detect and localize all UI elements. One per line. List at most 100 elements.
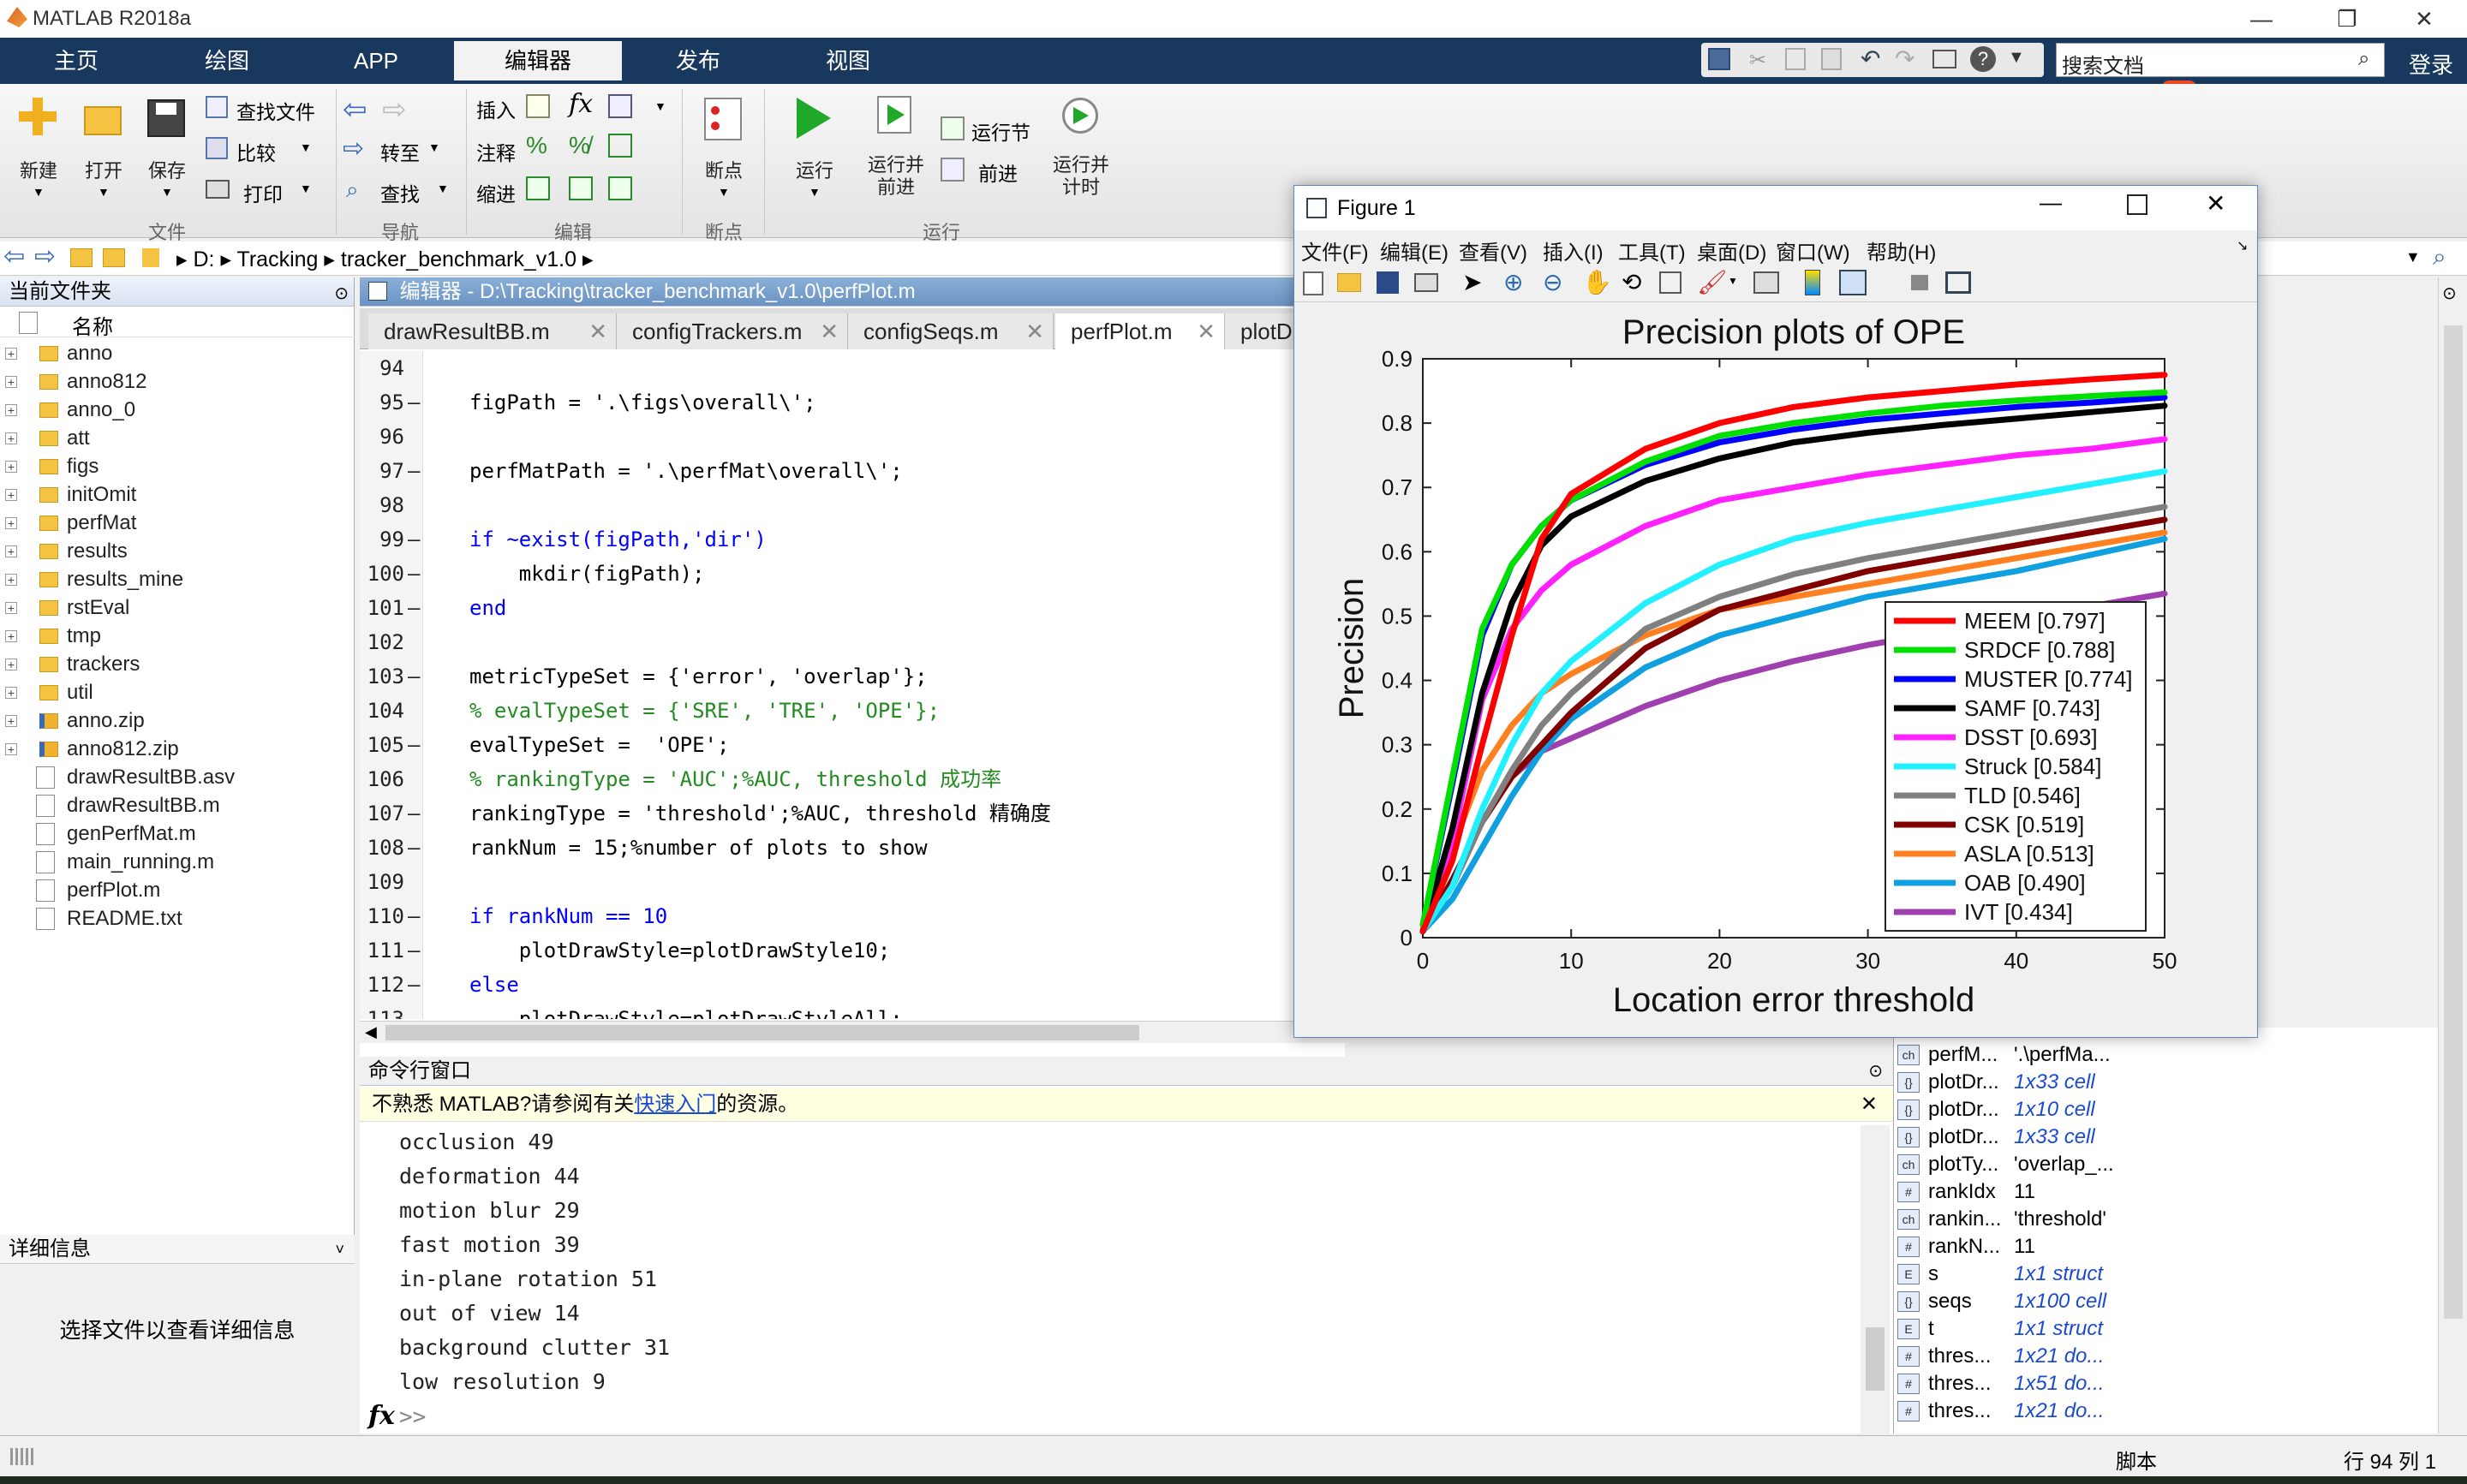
comment-button[interactable]: 注释 bbox=[476, 137, 516, 166]
redo-icon[interactable]: ↷ bbox=[1895, 45, 1914, 73]
tab-editor[interactable]: 编辑器 bbox=[454, 41, 622, 80]
workspace-variable-row[interactable]: # thres... 1x21 do... bbox=[1894, 1398, 2467, 1425]
legend-icon[interactable] bbox=[1839, 270, 1867, 295]
run-and-advance-button[interactable]: 运行并 前进 bbox=[860, 91, 932, 206]
hide-tools-icon[interactable] bbox=[1911, 275, 1928, 290]
breakpoint-marker[interactable]: — bbox=[408, 454, 420, 488]
close-icon[interactable]: ✕ bbox=[1861, 1088, 1878, 1122]
code-line[interactable]: 106 % rankingType = 'AUC';%AUC, threshold… bbox=[360, 762, 1345, 796]
file-list-item[interactable]: main_running.m bbox=[0, 848, 355, 876]
file-list-item[interactable]: perfPlot.m bbox=[0, 876, 355, 904]
copy-icon[interactable] bbox=[1785, 48, 1806, 70]
close-icon[interactable]: ✕ bbox=[820, 313, 839, 349]
breakpoint-marker[interactable]: — bbox=[408, 591, 420, 625]
code-area[interactable]: 94 95— figPath = '.\figs\overall\'; 96 97— pe… bbox=[360, 351, 1345, 1019]
file-list-item[interactable]: + anno.zip bbox=[0, 706, 355, 735]
expand-icon[interactable]: + bbox=[5, 376, 17, 388]
command-prompt-row[interactable]: fx >> bbox=[360, 1399, 1859, 1433]
chevron-down-icon[interactable]: ▼ bbox=[654, 99, 666, 113]
search-icon[interactable]: ⌕ bbox=[2433, 243, 2446, 271]
file-list-item[interactable]: + anno812 bbox=[0, 367, 355, 396]
breakpoints-button[interactable]: 断点 ▼ bbox=[694, 91, 754, 206]
code-line[interactable]: 107— rankingType = 'threshold';%AUC, thre… bbox=[360, 796, 1345, 831]
expand-icon[interactable]: + bbox=[5, 574, 17, 586]
breakpoint-marker[interactable]: — bbox=[408, 557, 420, 591]
back-arrow-icon[interactable]: ⇦ bbox=[3, 241, 25, 271]
run-button[interactable]: 运行 ▼ bbox=[785, 91, 845, 206]
workspace-variable-row[interactable]: ch perfM... '.\perfMa... bbox=[1894, 1041, 2467, 1069]
wrap-comments-icon[interactable] bbox=[608, 134, 632, 158]
file-list-item[interactable]: + util bbox=[0, 678, 355, 706]
zoom-in-icon[interactable]: ⊕ bbox=[1503, 268, 1523, 296]
code-line[interactable]: 111— plotDrawStyle=plotDrawStyle10; bbox=[360, 933, 1345, 968]
fx-button[interactable]: fx bbox=[569, 89, 593, 119]
figure-menu-item[interactable]: 工具(T) bbox=[1618, 235, 1686, 265]
run-and-time-button[interactable]: 运行并 计时 bbox=[1045, 91, 1117, 206]
code-line[interactable]: 101— end bbox=[360, 591, 1345, 625]
file-list-item[interactable]: + anno812.zip bbox=[0, 735, 355, 763]
brush-icon[interactable]: 🖌 bbox=[1697, 268, 1728, 296]
expand-icon[interactable]: + bbox=[5, 432, 17, 444]
advance-button[interactable]: 前进 bbox=[941, 156, 1052, 187]
code-line[interactable]: 103— metricTypeSet = {'error', 'overlap'}… bbox=[360, 659, 1345, 694]
panel-menu-icon[interactable]: ⊙ bbox=[334, 279, 349, 308]
breakpoint-marker[interactable]: — bbox=[408, 831, 420, 865]
close-button[interactable]: ✕ bbox=[2206, 189, 2225, 218]
decrease-indent-icon[interactable] bbox=[608, 176, 632, 200]
expand-icon[interactable]: + bbox=[5, 461, 17, 473]
close-icon[interactable]: ✕ bbox=[1197, 313, 1216, 349]
tab-home[interactable]: 主页 bbox=[0, 41, 152, 80]
data-cursor-icon[interactable] bbox=[1659, 271, 1682, 294]
workspace-variable-row[interactable]: # thres... 1x51 do... bbox=[1894, 1370, 2467, 1398]
minimize-button[interactable]: — bbox=[2227, 0, 2296, 38]
up-folder-icon[interactable] bbox=[70, 248, 93, 267]
code-line[interactable]: 112— else bbox=[360, 968, 1345, 1002]
workspace-variable-row[interactable]: {} plotDr... 1x10 cell bbox=[1894, 1096, 2467, 1123]
expand-icon[interactable]: + bbox=[5, 715, 17, 727]
breakpoint-marker[interactable]: — bbox=[408, 659, 420, 694]
dock-icon[interactable] bbox=[1945, 271, 1971, 294]
workspace-variable-row[interactable]: # rankIdx 11 bbox=[1894, 1178, 2467, 1206]
function-browser-icon[interactable] bbox=[608, 94, 632, 118]
tab-plots[interactable]: 绘图 bbox=[152, 41, 302, 80]
tab-drawresultbb[interactable]: drawResultBB.m ✕ bbox=[368, 313, 617, 349]
close-button[interactable]: ✕ bbox=[2390, 0, 2458, 38]
figure-menu-item[interactable]: 文件(F) bbox=[1301, 235, 1369, 265]
workspace-variable-row[interactable]: {} plotDr... 1x33 cell bbox=[1894, 1123, 2467, 1151]
code-line[interactable]: 109 bbox=[360, 865, 1345, 899]
file-list-item[interactable]: + anno bbox=[0, 339, 355, 367]
code-line[interactable]: 113 — plotDrawStyle=plotDrawStyleAll; bbox=[360, 1002, 1345, 1019]
figure-menu-item[interactable]: 桌面(D) bbox=[1697, 235, 1766, 265]
breakpoint-marker[interactable]: — bbox=[408, 933, 420, 968]
file-list-item[interactable]: + anno_0 bbox=[0, 396, 355, 424]
tab-configtrackers[interactable]: configTrackers.m ✕ bbox=[617, 313, 848, 349]
indent-button[interactable]: 缩进 bbox=[476, 178, 516, 207]
forward-arrow-icon[interactable]: ⇨ bbox=[34, 241, 56, 271]
close-icon[interactable]: ✕ bbox=[588, 313, 607, 349]
tab-perfplot[interactable]: perfPlot.m ✕ bbox=[1055, 313, 1225, 349]
expand-icon[interactable]: + bbox=[5, 489, 17, 501]
increase-indent-icon[interactable] bbox=[569, 176, 593, 200]
precision-plot-chart[interactable]: Precision plots of OPE 0 10 20 30 40 50 0 0.1 0.2… bbox=[1294, 302, 2257, 1037]
tab-configseqs[interactable]: configSeqs.m ✕ bbox=[848, 313, 1054, 349]
workspace-variable-row[interactable]: ch plotTy... 'overlap_... bbox=[1894, 1151, 2467, 1178]
restore-button[interactable]: ❐ bbox=[2313, 0, 2381, 38]
chevron-down-icon[interactable]: ˅ bbox=[335, 1235, 344, 1264]
link-plot-icon[interactable] bbox=[1753, 271, 1779, 294]
open-button[interactable]: 打开 ▼ bbox=[74, 91, 134, 206]
dock-arrow-icon[interactable]: ↘ bbox=[2237, 237, 2248, 254]
code-line[interactable]: 104 % evalTypeSet = {'SRE', 'TRE', 'OPE'}… bbox=[360, 694, 1345, 728]
pointer-icon[interactable]: ➤ bbox=[1462, 268, 1482, 296]
code-line[interactable]: 98 bbox=[360, 488, 1345, 522]
save-button[interactable]: 保存 ▼ bbox=[137, 91, 197, 206]
breadcrumb[interactable]: ▸ D: ▸ Tracking ▸ tracker_benchmark_v1.0… bbox=[176, 247, 594, 272]
code-line[interactable]: 100— mkdir(figPath); bbox=[360, 557, 1345, 591]
file-list-item[interactable]: + perfMat bbox=[0, 509, 355, 537]
run-section-button[interactable]: 运行节 bbox=[941, 115, 1052, 146]
paste-icon[interactable] bbox=[1821, 48, 1842, 70]
close-icon[interactable]: ✕ bbox=[1025, 313, 1044, 349]
workspace-variable-row[interactable]: {} plotDr... 1x33 cell bbox=[1894, 1069, 2467, 1096]
expand-icon[interactable]: + bbox=[5, 630, 17, 642]
figure-menu-item[interactable]: 插入(I) bbox=[1543, 235, 1604, 265]
open-file-icon[interactable] bbox=[1337, 273, 1361, 292]
